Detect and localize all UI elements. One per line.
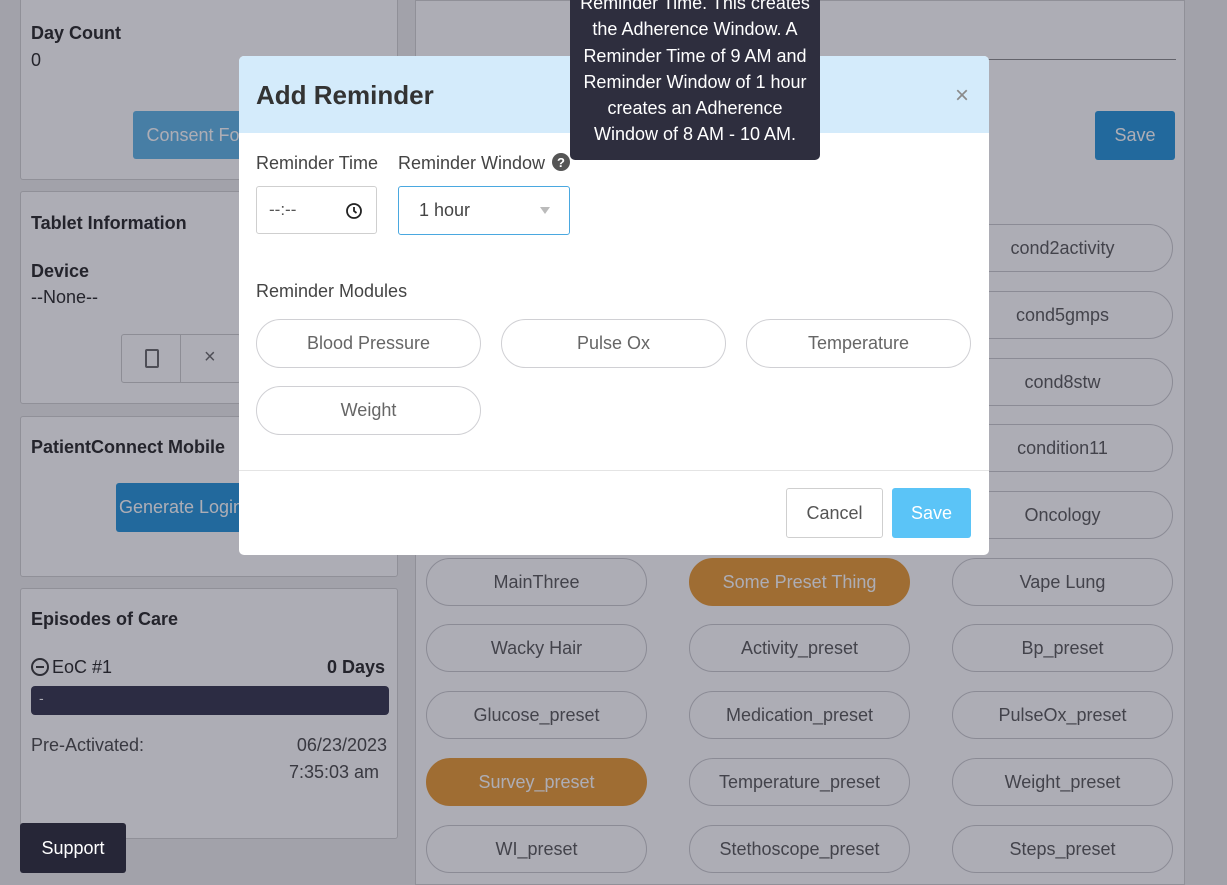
reminder-window-label: Reminder Window: [398, 153, 546, 173]
modal-footer-divider: [239, 470, 989, 471]
clock-icon[interactable]: [345, 202, 363, 220]
tooltip-line: the Adherence Window. A: [592, 19, 798, 40]
module-blood-pressure[interactable]: Blood Pressure: [256, 319, 481, 368]
reminder-window-value: 1 hour: [419, 200, 471, 220]
tooltip-line: Window of 8 AM - 10 AM.: [593, 124, 797, 145]
close-icon[interactable]: ×: [955, 82, 969, 110]
module-pulse-ox[interactable]: Pulse Ox: [501, 319, 726, 368]
reminder-time-label: Reminder Time: [256, 153, 379, 173]
cancel-button[interactable]: Cancel: [786, 488, 883, 538]
tooltip-line: Reminder Time of 9 AM and: [583, 45, 807, 66]
tooltip-line: creates an Adherence: [607, 98, 783, 119]
reminder-window-select[interactable]: 1 hour: [398, 186, 570, 235]
help-icon[interactable]: ?: [552, 153, 570, 171]
support-button[interactable]: Support: [20, 823, 126, 873]
reminder-time-input[interactable]: --:--: [256, 186, 377, 234]
module-temperature[interactable]: Temperature: [746, 319, 971, 368]
tooltip-line: Reminder Time. This creates: [580, 0, 810, 13]
reminder-modules-label: Reminder Modules: [256, 281, 408, 301]
reminder-time-value: --:--: [269, 200, 297, 219]
chevron-down-icon: [540, 207, 550, 214]
tooltip-line: Reminder Window of 1 hour: [583, 71, 807, 92]
reminder-window-tooltip: Reminder Time. This creates the Adherenc…: [570, 0, 820, 160]
save-button[interactable]: Save: [892, 488, 971, 538]
module-weight[interactable]: Weight: [256, 386, 481, 435]
modal-title: Add Reminder: [256, 80, 434, 110]
